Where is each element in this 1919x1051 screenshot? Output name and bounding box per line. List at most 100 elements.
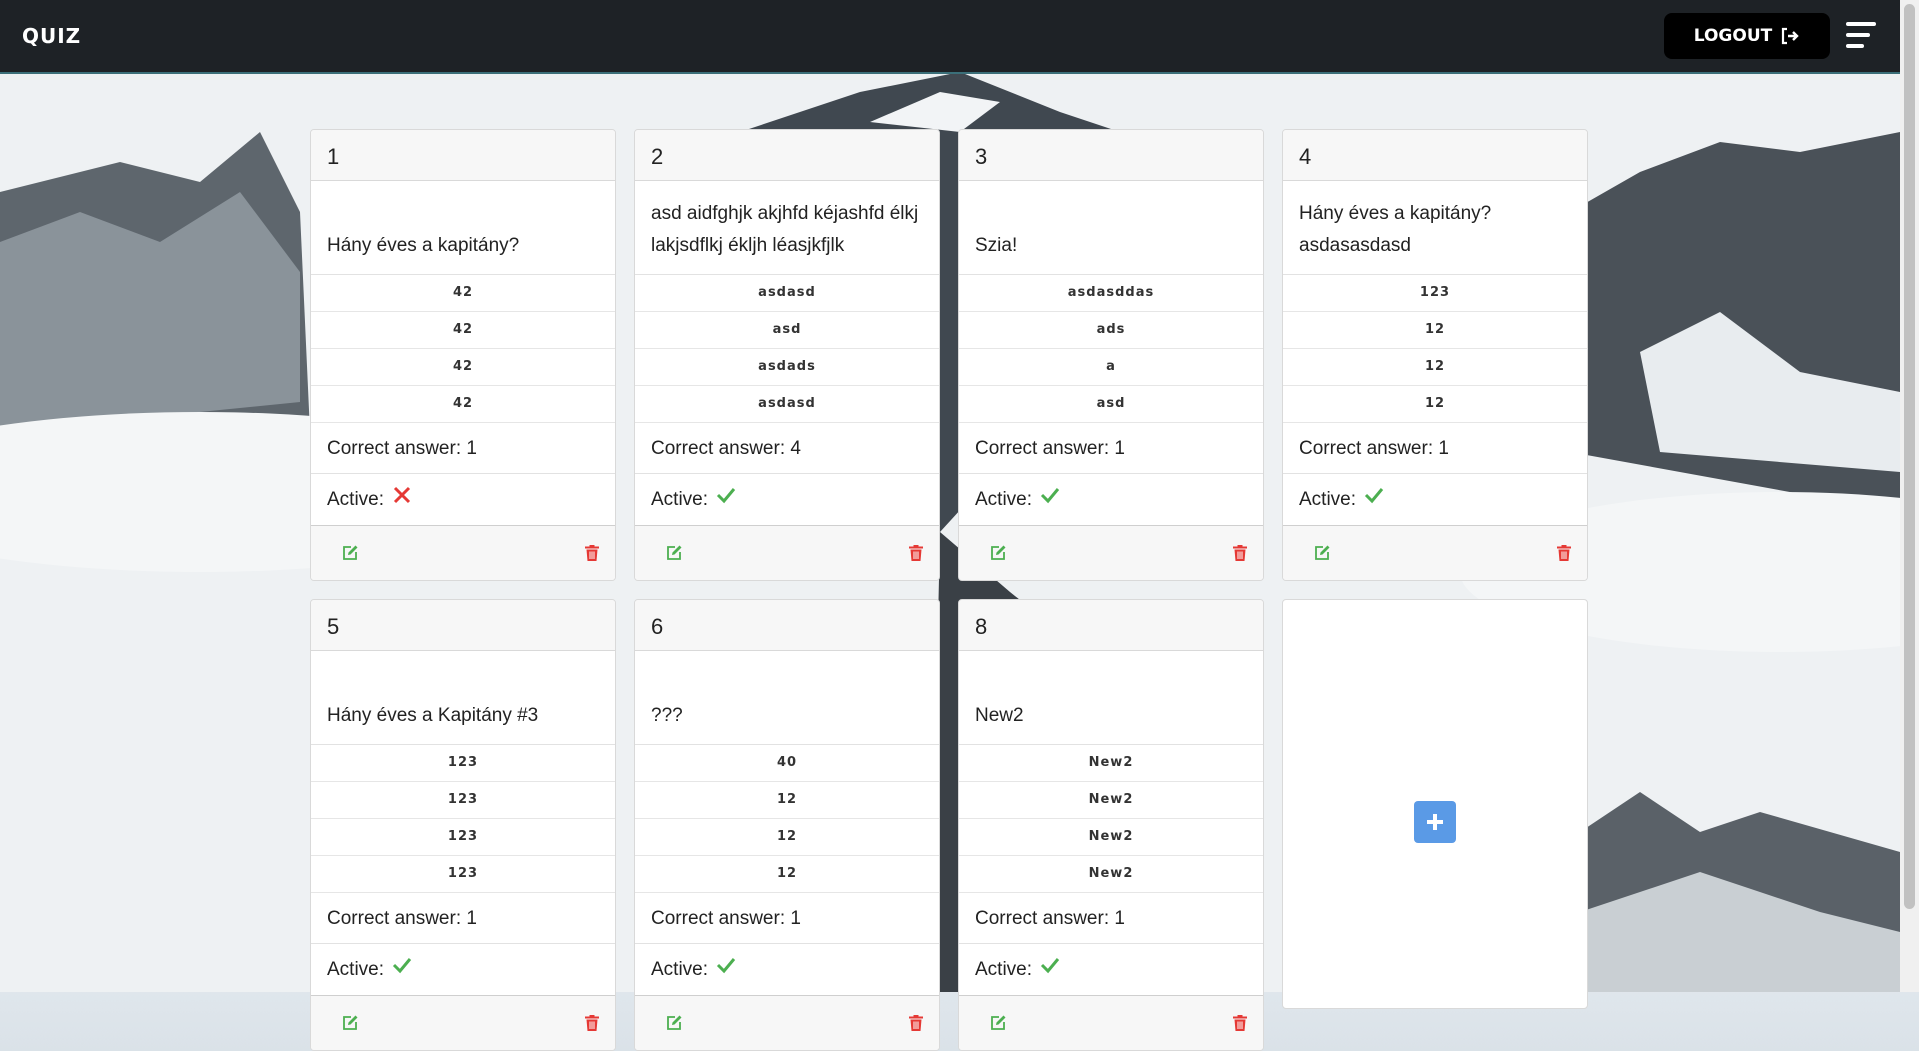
answer-option: asd (635, 312, 939, 349)
add-question-button[interactable] (1414, 801, 1456, 843)
edit-icon[interactable] (341, 1014, 359, 1032)
answer-option: 123 (311, 782, 615, 819)
check-icon (716, 488, 736, 504)
edit-icon[interactable] (341, 544, 359, 562)
answer-option: 42 (311, 275, 615, 312)
answer-option: 40 (635, 745, 939, 782)
correct-answer-label: Correct answer: (651, 908, 791, 929)
correct-answer-label: Correct answer: (1299, 438, 1439, 459)
active-status: Active: (311, 474, 615, 526)
card-id: 4 (1283, 130, 1587, 181)
answer-list: 42 42 42 42 (311, 275, 615, 423)
correct-answer-label: Correct answer: (975, 908, 1115, 929)
answer-option: asdads (635, 349, 939, 386)
active-status: Active: (311, 944, 615, 996)
question-text: Szia! (959, 181, 1263, 275)
question-text: Hány éves a kapitány? asdasasdasd (1283, 181, 1587, 275)
add-question-card (1282, 599, 1588, 1009)
correct-answer: Correct answer: 1 (635, 893, 939, 944)
answer-option: 12 (1283, 386, 1587, 423)
card-actions (311, 996, 615, 1050)
correct-answer: Correct answer: 4 (635, 423, 939, 474)
active-label: Active: (327, 489, 385, 510)
active-status: Active: (635, 944, 939, 996)
edit-icon[interactable] (665, 544, 683, 562)
active-label: Active: (327, 959, 385, 980)
answer-list: 40 12 12 12 (635, 745, 939, 893)
brand-logo[interactable]: QUIZ (22, 24, 81, 48)
trash-icon[interactable] (1231, 544, 1249, 562)
correct-answer-value: 1 (1114, 908, 1125, 929)
active-status: Active: (959, 944, 1263, 996)
trash-icon[interactable] (583, 1014, 601, 1032)
correct-answer-value: 1 (1438, 438, 1449, 459)
active-status: Active: (1283, 474, 1587, 526)
hamburger-line (1846, 33, 1870, 37)
answer-option: 12 (1283, 312, 1587, 349)
correct-answer-value: 1 (1114, 438, 1125, 459)
question-card-3: 3 Szia! asdasddas ads a asd Correct answer:… (958, 129, 1264, 581)
answer-option: New2 (959, 856, 1263, 893)
answer-option: asd (959, 386, 1263, 423)
edit-icon[interactable] (989, 1014, 1007, 1032)
hamburger-icon[interactable] (1846, 22, 1876, 48)
active-label: Active: (1299, 489, 1357, 510)
question-text: ??? (635, 651, 939, 745)
check-icon (716, 958, 736, 974)
top-navbar: QUIZ LOGOUT (0, 0, 1900, 74)
logout-button[interactable]: LOGOUT (1664, 13, 1830, 59)
answer-option: asdasddas (959, 275, 1263, 312)
card-actions (1283, 526, 1587, 580)
answer-list: 123 12 12 12 (1283, 275, 1587, 423)
answer-option: asdasd (635, 275, 939, 312)
correct-answer-value: 1 (790, 908, 801, 929)
question-text: Hány éves a kapitány? (311, 181, 615, 275)
correct-answer-label: Correct answer: (327, 908, 467, 929)
answer-option: ads (959, 312, 1263, 349)
correct-answer-value: 1 (466, 438, 477, 459)
answer-list: asdasd asd asdads asdasd (635, 275, 939, 423)
question-text: New2 (959, 651, 1263, 745)
correct-answer: Correct answer: 1 (959, 893, 1263, 944)
answer-option: 12 (635, 856, 939, 893)
answer-option: 123 (311, 745, 615, 782)
answer-option: 12 (635, 782, 939, 819)
card-actions (311, 526, 615, 580)
trash-icon[interactable] (907, 1014, 925, 1032)
card-id: 8 (959, 600, 1263, 651)
trash-icon[interactable] (1231, 1014, 1249, 1032)
answer-option: New2 (959, 745, 1263, 782)
page-scrollbar[interactable] (1900, 0, 1919, 992)
correct-answer: Correct answer: 1 (311, 893, 615, 944)
card-actions (959, 526, 1263, 580)
answer-option: New2 (959, 819, 1263, 856)
correct-answer: Correct answer: 1 (959, 423, 1263, 474)
answer-option: 123 (1283, 275, 1587, 312)
card-id: 1 (311, 130, 615, 181)
hamburger-line (1846, 44, 1864, 48)
question-card-6: 6 ??? 40 12 12 12 Correct answer: 1 Active: (634, 599, 940, 1051)
trash-icon[interactable] (583, 544, 601, 562)
answer-option: 123 (311, 819, 615, 856)
card-id: 2 (635, 130, 939, 181)
edit-icon[interactable] (1313, 544, 1331, 562)
answer-option: 12 (635, 819, 939, 856)
edit-icon[interactable] (665, 1014, 683, 1032)
edit-icon[interactable] (989, 544, 1007, 562)
question-card-1: 1 Hány éves a kapitány? 42 42 42 42 Correct… (310, 129, 616, 581)
trash-icon[interactable] (1555, 544, 1573, 562)
card-actions (959, 996, 1263, 1050)
trash-icon[interactable] (907, 544, 925, 562)
scrollbar-thumb[interactable] (1904, 4, 1915, 909)
answer-option: 12 (1283, 349, 1587, 386)
answer-option: asdasd (635, 386, 939, 423)
card-id: 3 (959, 130, 1263, 181)
answer-list: 123 123 123 123 (311, 745, 615, 893)
active-label: Active: (651, 489, 709, 510)
active-status: Active: (959, 474, 1263, 526)
answer-option: 42 (311, 312, 615, 349)
card-id: 5 (311, 600, 615, 651)
check-icon (1040, 958, 1060, 974)
answer-option: 42 (311, 349, 615, 386)
correct-answer-label: Correct answer: (651, 438, 791, 459)
